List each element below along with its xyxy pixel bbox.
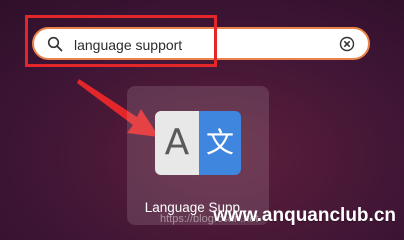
language-support-icon: A 文	[155, 111, 241, 175]
watermark: www.anquanclub.cn	[213, 205, 396, 226]
icon-chinese-character: 文	[199, 111, 241, 175]
icon-latin-letter: A	[155, 111, 199, 175]
search-icon	[47, 36, 63, 52]
search-input[interactable]	[74, 35, 324, 55]
clear-icon[interactable]	[339, 36, 355, 52]
search-box[interactable]	[32, 27, 370, 60]
